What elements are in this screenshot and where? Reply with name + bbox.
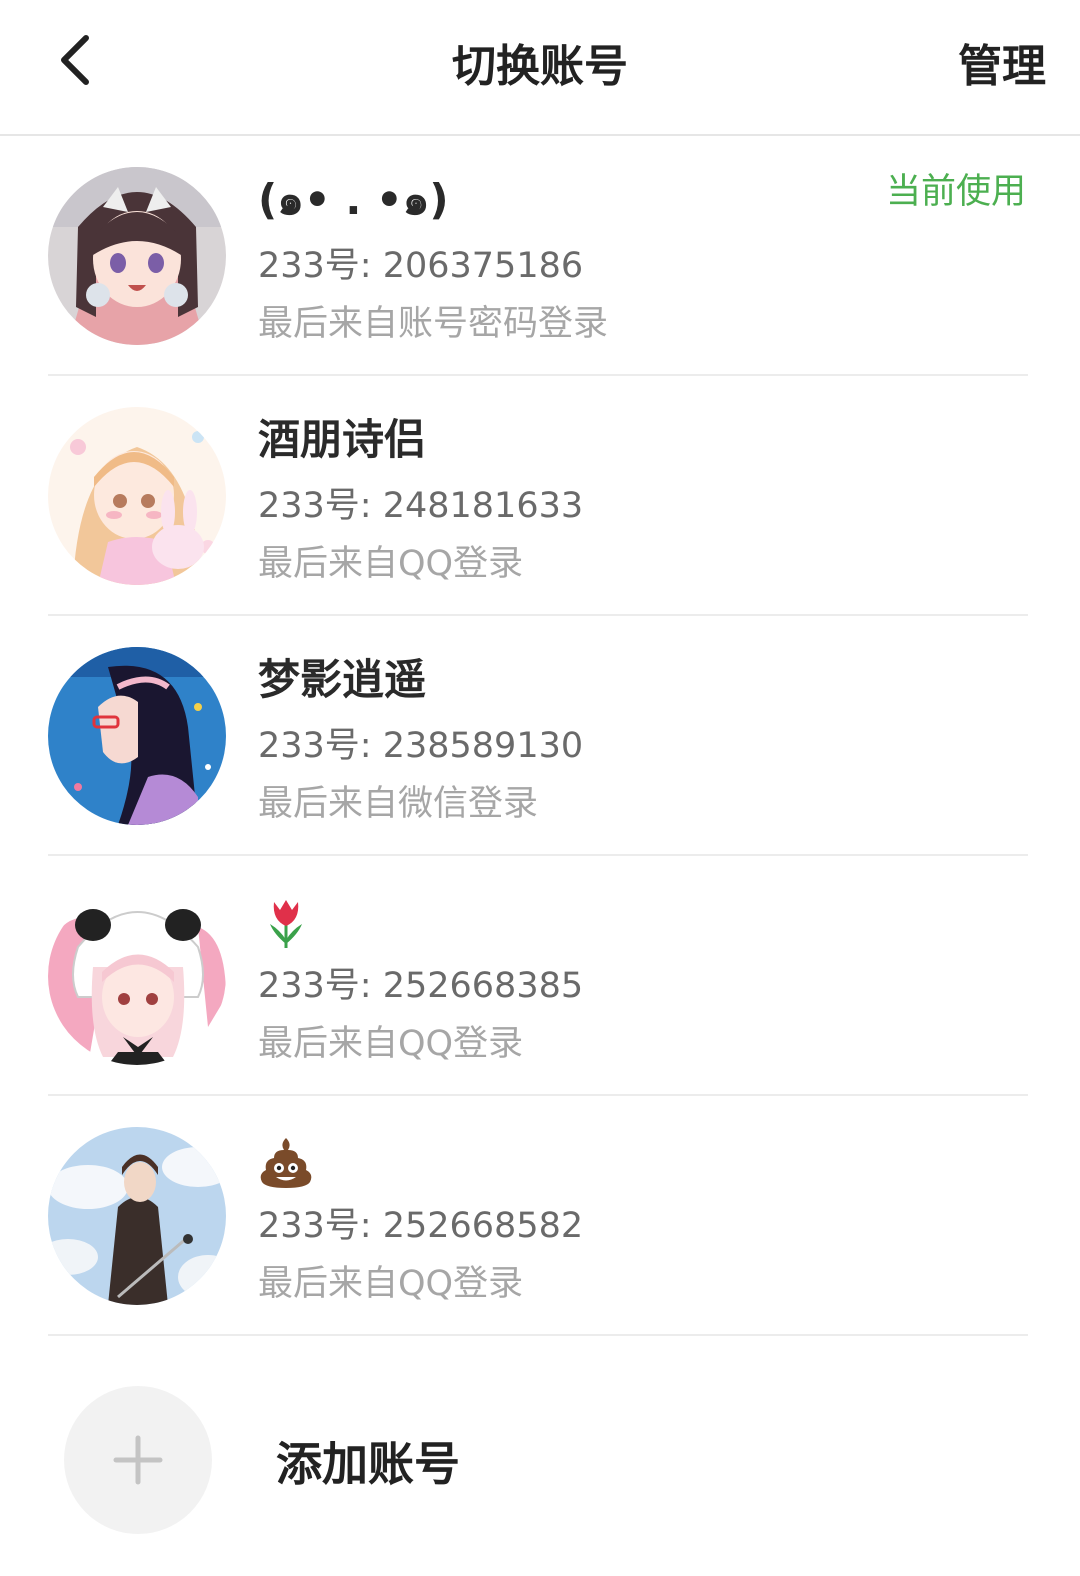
current-in-use-badge: 当前使用 (885, 172, 1026, 212)
account-id: 233号: 252668582 (258, 1206, 584, 1246)
login-source: 最后来自QQ登录 (258, 1264, 524, 1304)
plus-icon (113, 1435, 163, 1485)
account-id: 233号: 206375186 (258, 246, 584, 286)
add-account-label: 添加账号 (276, 1437, 460, 1491)
account-id: 233号: 238589130 (258, 726, 584, 766)
add-account-button[interactable]: 添加账号 (0, 1360, 1080, 1560)
login-source: 最后来自QQ登录 (258, 1024, 524, 1064)
avatar (48, 1127, 226, 1305)
account-row[interactable]: 酒朋诗侣 233号: 248181633 最后来自QQ登录 (0, 376, 1080, 616)
avatar (48, 647, 226, 825)
account-id: 233号: 248181633 (258, 486, 584, 526)
pile-of-poo-icon (260, 1138, 312, 1188)
account-row[interactable]: (๑• . •๑) 当前使用 233号: 206375186 最后来自账号密码登… (0, 136, 1080, 376)
top-bar: 切换账号 管理 (0, 0, 1080, 136)
login-source: 最后来自QQ登录 (258, 544, 524, 584)
avatar (48, 407, 226, 585)
avatar (48, 167, 226, 345)
tulip-icon (270, 900, 302, 948)
account-row[interactable]: 233号: 252668582 最后来自QQ登录 (0, 1096, 1080, 1336)
account-nickname: 梦影逍遥 (258, 655, 427, 704)
page-title: 切换账号 (452, 41, 628, 92)
login-source: 最后来自微信登录 (258, 784, 539, 824)
manage-button[interactable]: 管理 (958, 30, 1046, 94)
login-source: 最后来自账号密码登录 (258, 304, 609, 344)
account-row[interactable]: 233号: 252668385 最后来自QQ登录 (0, 856, 1080, 1096)
account-id: 233号: 252668385 (258, 966, 584, 1006)
account-list: (๑• . •๑) 当前使用 233号: 206375186 最后来自账号密码登… (0, 136, 1080, 1336)
add-account-circle (64, 1386, 212, 1534)
account-row[interactable]: 梦影逍遥 233号: 238589130 最后来自微信登录 (0, 616, 1080, 856)
account-nickname: 酒朋诗侣 (258, 415, 427, 464)
avatar (48, 887, 226, 1065)
account-nickname: (๑• . •๑) (258, 175, 449, 224)
